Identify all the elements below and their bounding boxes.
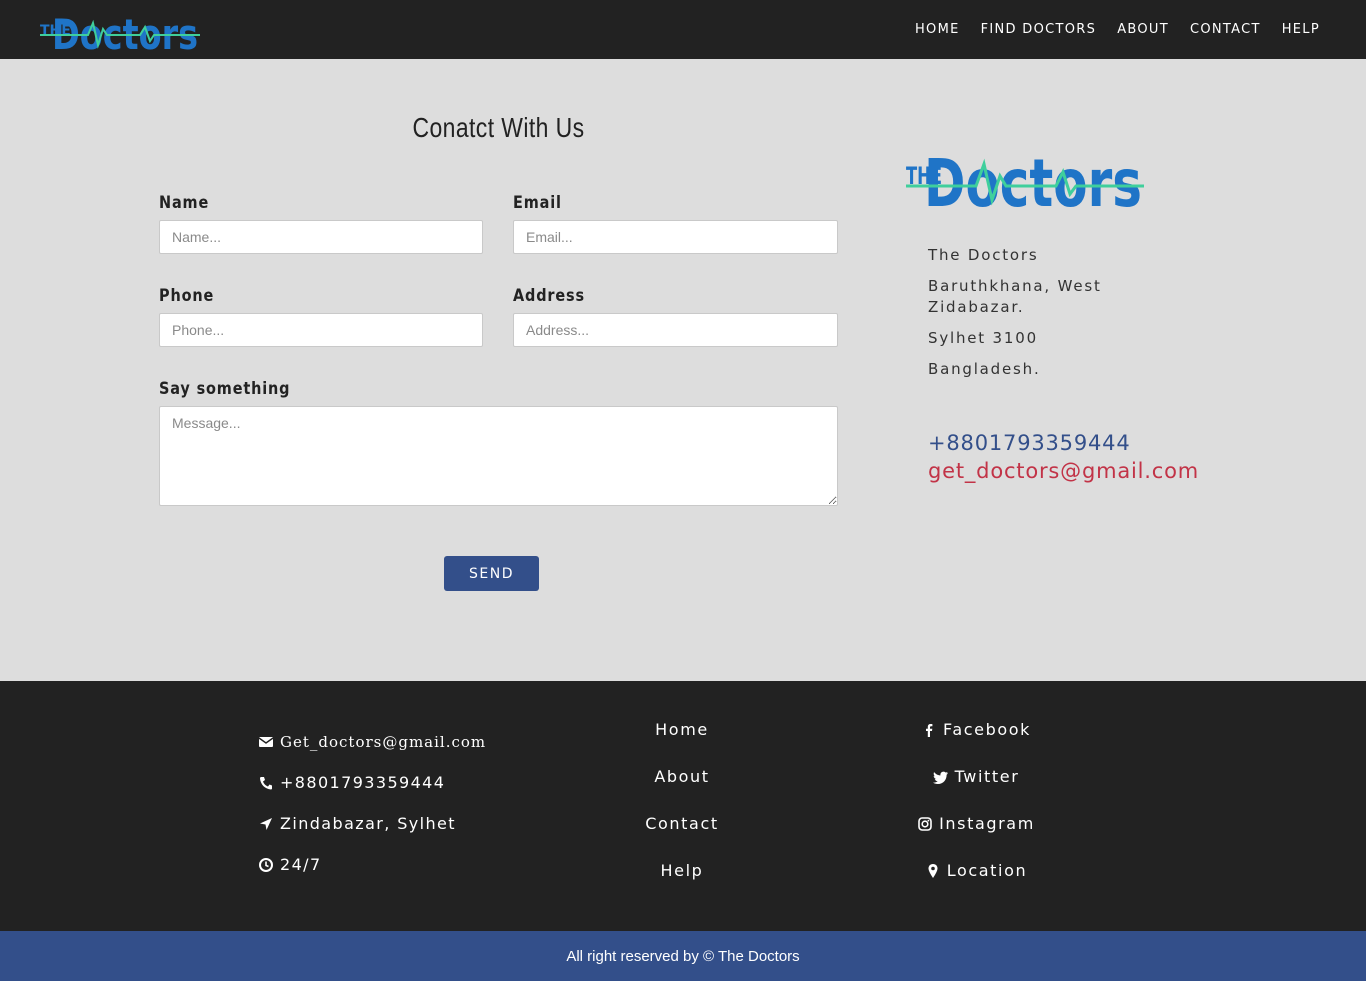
info-address-line2: Sylhet 3100 <box>928 329 1038 347</box>
footer-phone: +8801793359444 <box>258 773 445 792</box>
brand-logo[interactable]: THE Doctors <box>40 5 200 59</box>
doctors-logo-large-icon: THE Doctors <box>906 145 1144 212</box>
footer-link-home[interactable]: Home <box>602 720 762 739</box>
info-logo-doctors-text: Doctors <box>924 145 1142 212</box>
footer-phone-text: +8801793359444 <box>280 773 446 792</box>
nav-about[interactable]: ABOUT <box>1117 22 1169 37</box>
copyright-text: All right reserved by © The Doctors <box>566 947 800 965</box>
phone-icon <box>260 776 272 789</box>
twitter-icon <box>932 771 948 784</box>
info-phone-link[interactable]: +8801793359444 <box>928 431 1131 455</box>
name-label: Name <box>159 193 210 213</box>
info-name: The Doctors <box>928 246 1039 264</box>
footer-email: Get_doctors@gmail.com <box>258 733 486 751</box>
footer-link-contact[interactable]: Contact <box>602 814 762 833</box>
footer-hours: 24/7 <box>258 855 322 874</box>
navbar: THE Doctors HOME FIND DOCTORS ABOUT CONT… <box>0 0 1366 59</box>
envelope-icon <box>258 737 274 747</box>
instagram-label: Instagram <box>939 814 1035 833</box>
footer-twitter-link[interactable]: Twitter <box>876 767 1076 786</box>
footer-location-link[interactable]: Location <box>876 861 1076 880</box>
address-label: Address <box>513 286 585 306</box>
email-label: Email <box>513 193 562 213</box>
nav-contact[interactable]: CONTACT <box>1190 22 1261 37</box>
location-arrow-icon <box>260 817 272 830</box>
info-address-line1: Baruthkhana, West Zidabazar. <box>928 277 1102 316</box>
footer: Get_doctors@gmail.com +8801793359444 Zin… <box>0 681 1366 931</box>
phone-input[interactable] <box>159 313 483 347</box>
logo-doctors-text: Doctors <box>52 10 198 53</box>
location-label: Location <box>946 861 1028 880</box>
doctors-logo-icon: THE Doctors <box>40 5 200 59</box>
footer-link-help[interactable]: Help <box>602 861 762 880</box>
footer-location-text: Zindabazar, Sylhet <box>280 814 456 833</box>
map-marker-icon <box>928 863 938 878</box>
form-title: Conatct With Us <box>412 112 585 143</box>
info-email-link[interactable]: get_doctors@gmail.com <box>928 459 1199 483</box>
main-nav: HOME FIND DOCTORS ABOUT CONTACT HELP <box>915 0 1320 59</box>
name-input[interactable] <box>159 220 483 254</box>
info-address-line3: Bangladesh. <box>928 360 1041 378</box>
address-input[interactable] <box>513 313 838 347</box>
clock-icon <box>259 857 273 872</box>
footer-facebook-link[interactable]: Facebook <box>876 720 1076 739</box>
footer-hours-text: 24/7 <box>280 855 322 874</box>
instagram-icon <box>918 816 932 831</box>
phone-label: Phone <box>159 286 215 306</box>
twitter-label: Twitter <box>954 767 1020 786</box>
facebook-label: Facebook <box>943 720 1031 739</box>
footer-email-text: Get_doctors@gmail.com <box>280 733 487 751</box>
message-textarea[interactable] <box>159 406 838 506</box>
message-label: Say something <box>159 379 291 399</box>
nav-find-doctors[interactable]: FIND DOCTORS <box>981 22 1097 37</box>
nav-home[interactable]: HOME <box>915 22 960 37</box>
facebook-icon <box>926 723 933 737</box>
send-button[interactable]: SEND <box>444 556 539 591</box>
footer-location: Zindabazar, Sylhet <box>258 814 456 833</box>
email-input[interactable] <box>513 220 838 254</box>
footer-instagram-link[interactable]: Instagram <box>876 814 1076 833</box>
footer-link-about[interactable]: About <box>602 767 762 786</box>
nav-help[interactable]: HELP <box>1282 22 1320 37</box>
copyright-bar: All right reserved by © The Doctors <box>0 931 1366 981</box>
